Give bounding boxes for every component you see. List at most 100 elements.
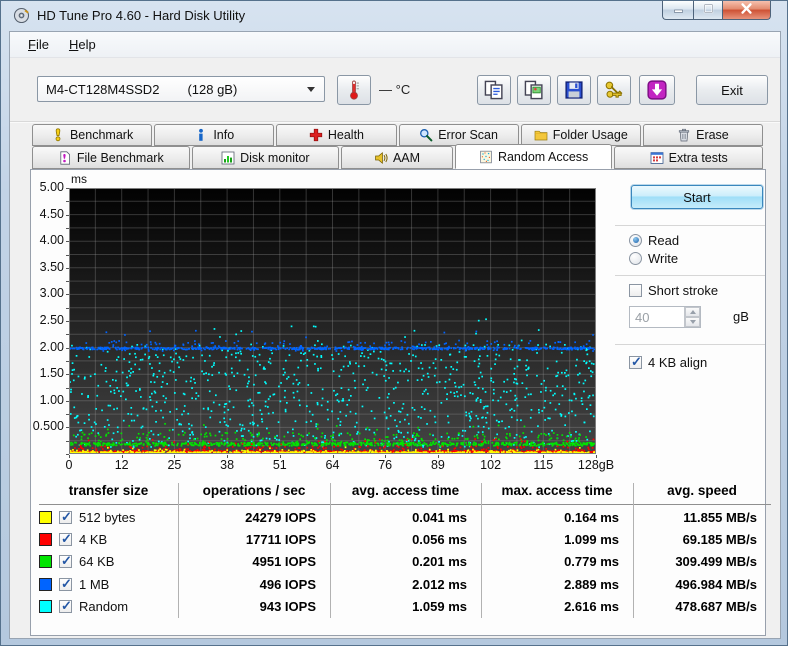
aam-icon (374, 151, 388, 165)
transfer-size-label: Random (79, 599, 129, 615)
align-checkbox[interactable] (629, 354, 642, 370)
x-tick-label: 128gB (577, 458, 615, 472)
spinner-down-button[interactable] (685, 317, 700, 327)
tab-file-benchmark[interactable]: File Benchmark (32, 146, 190, 169)
random-access-icon (479, 150, 493, 164)
tab-disk-monitor[interactable]: Disk monitor (191, 146, 340, 169)
series-checkbox[interactable] (59, 576, 72, 592)
random-access-panel: ms 5.00 4.50 4.00 3.50 3.00 2.50 2.00 1.… (30, 169, 771, 636)
avg-speed-value: 496.984 MB/s (675, 576, 757, 592)
license-keys-button[interactable] (597, 75, 631, 105)
titlebar[interactable]: HD Tune Pro 4.60 - Hard Disk Utility (1, 1, 787, 31)
tab-label: Disk monitor (240, 150, 310, 165)
y-axis-tick (66, 440, 69, 442)
y-axis-tick (66, 427, 69, 429)
tab-health[interactable]: Health (276, 124, 397, 146)
x-axis-tick (174, 455, 176, 458)
max-access-value: 1.099 ms (564, 532, 619, 548)
short-stroke-checkbox[interactable] (629, 283, 642, 297)
y-axis-tick (66, 241, 69, 243)
x-axis-tick (490, 455, 492, 458)
update-button[interactable] (639, 75, 675, 105)
minimize-button[interactable] (662, 1, 693, 20)
tab-label: Erase (696, 128, 729, 142)
column-header: avg. speed (667, 483, 737, 498)
x-tick-label: 115 (533, 458, 554, 472)
tab-benchmark[interactable]: Benchmark (32, 124, 153, 146)
menu-file[interactable]: File (18, 34, 59, 55)
tab-row-2: File Benchmark Disk monitor AAM Random Acce… (32, 144, 765, 169)
maximize-button[interactable] (693, 1, 722, 20)
tab-label: Benchmark (69, 128, 134, 142)
drive-size: (128 gB) (187, 81, 238, 97)
series-checkbox[interactable] (59, 598, 72, 614)
disk-monitor-icon (221, 151, 235, 165)
avg-access-value: 0.041 ms (412, 509, 467, 525)
write-radio-row[interactable]: Write (629, 250, 678, 266)
client-area: File Help M4-CT128M4SSD2 (128 gB) — °C Ex… (9, 31, 781, 639)
y-axis-tick (66, 294, 69, 296)
series-color-swatch (39, 533, 52, 547)
y-tick-label: 4.00 (39, 233, 64, 248)
info-icon (194, 128, 208, 142)
tab-folder-usage[interactable]: Folder Usage (520, 124, 641, 146)
series-checkbox[interactable] (59, 553, 72, 569)
copy-image-button[interactable] (517, 75, 551, 105)
x-axis-tick (596, 455, 597, 458)
x-tick-label: 12 (114, 458, 129, 472)
separator (615, 344, 765, 345)
y-axis-tick (66, 321, 69, 322)
x-axis-tick (332, 455, 334, 458)
tab-info[interactable]: Info (154, 124, 275, 146)
short-stroke-row[interactable]: Short stroke (629, 282, 718, 298)
series-checkbox[interactable] (59, 509, 72, 525)
save-button[interactable] (557, 75, 591, 105)
max-access-value: 0.779 ms (564, 554, 619, 570)
exit-button[interactable]: Exit (696, 75, 768, 105)
read-radio-row[interactable]: Read (629, 232, 679, 248)
benchmark-icon (51, 128, 65, 142)
tab-random-access[interactable]: Random Access (454, 144, 613, 169)
download-icon (647, 80, 667, 100)
y-axis-tick (66, 387, 69, 389)
x-tick-label: 102 (480, 458, 502, 472)
short-stroke-label: Short stroke (648, 282, 719, 298)
align-row[interactable]: 4 KB align (629, 354, 707, 370)
column-header: max. access time (501, 483, 613, 498)
temperature-button[interactable] (337, 75, 371, 105)
max-access-value: 0.164 ms (564, 509, 619, 525)
drive-select-dropdown[interactable]: M4-CT128M4SSD2 (128 gB) (37, 76, 325, 102)
y-tick-label: 2.00 (39, 339, 64, 354)
y-axis-tick (66, 400, 69, 402)
menu-help[interactable]: Help (59, 34, 106, 55)
copy-text-button[interactable] (477, 75, 511, 105)
spinner-up-button[interactable] (685, 307, 700, 317)
tab-error-scan[interactable]: Error Scan (398, 124, 519, 146)
table-row-4-kb: 4 KB 17711 IOPS 0.056 ms 1.099 ms 69.185 MB/… (39, 528, 771, 550)
x-axis-tick (385, 455, 387, 458)
ops-value: 496 IOPS (259, 576, 316, 592)
tab-aam[interactable]: AAM (341, 146, 453, 169)
transfer-size-label: 64 KB (79, 554, 115, 570)
y-tick-label: 0.500 (32, 419, 64, 434)
y-axis-tick (66, 281, 69, 283)
avg-access-value: 2.012 ms (412, 576, 467, 592)
tab-label: Folder Usage (552, 128, 628, 142)
avg-speed-value: 69.185 MB/s (682, 532, 757, 548)
x-axis-tick (543, 455, 545, 458)
x-axis-tick (437, 455, 439, 458)
tab-erase[interactable]: Erase (642, 124, 764, 146)
write-radio[interactable] (629, 251, 642, 265)
tab-extra-tests[interactable]: Extra tests (614, 146, 763, 169)
column-header: transfer size (68, 483, 149, 498)
temperature-readout: — °C (379, 82, 411, 97)
read-radio[interactable] (629, 233, 642, 247)
series-checkbox[interactable] (59, 531, 72, 547)
drive-name: M4-CT128M4SSD2 (46, 81, 160, 97)
start-button[interactable]: Start (631, 185, 763, 209)
close-button[interactable] (722, 1, 771, 20)
y-axis-tick (66, 307, 69, 309)
copy-image-icon (524, 80, 544, 100)
avg-speed-value: 309.499 MB/s (675, 554, 757, 570)
minimize-icon (673, 1, 684, 19)
